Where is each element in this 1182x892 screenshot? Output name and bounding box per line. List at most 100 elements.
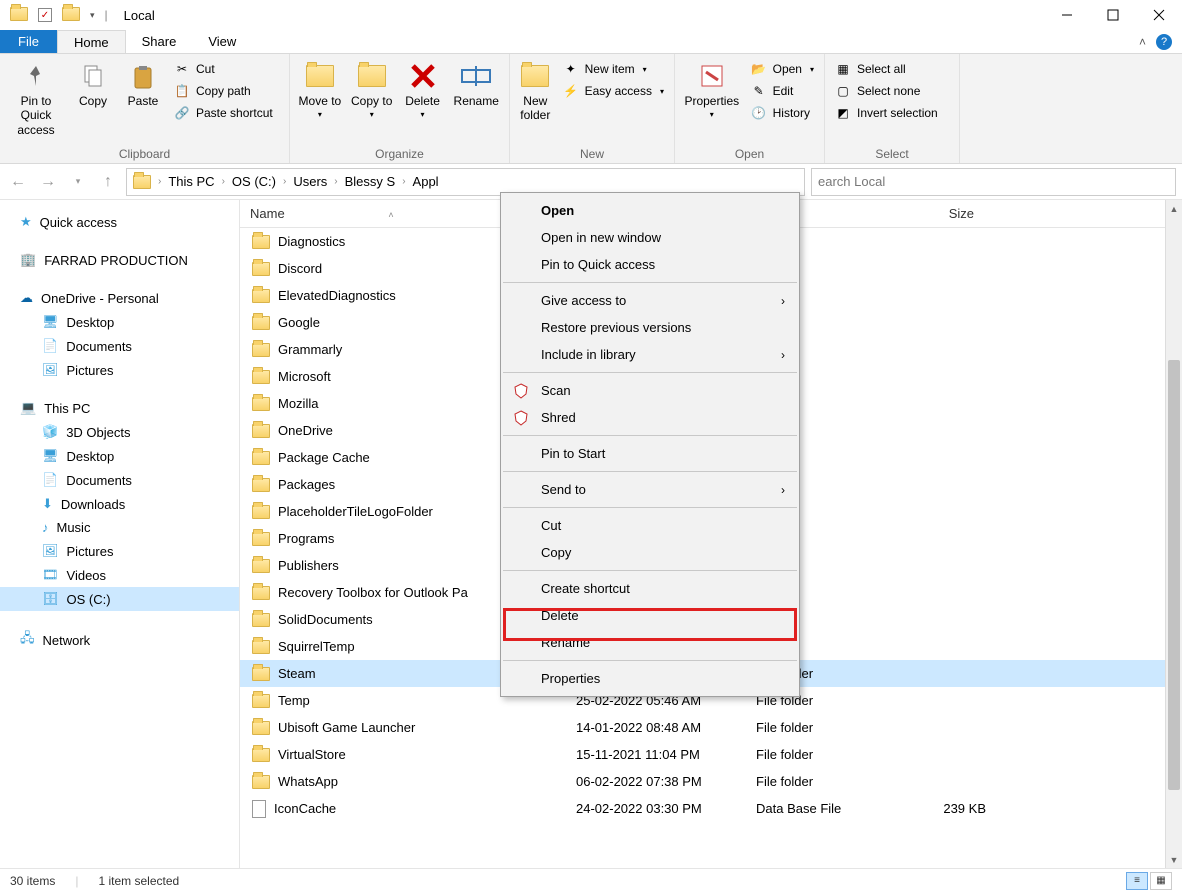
properties-button[interactable]: Properties▾ <box>681 58 743 120</box>
up-button[interactable]: ↑ <box>96 170 120 194</box>
breadcrumb-osc[interactable]: OS (C:) <box>232 174 276 189</box>
clipboard-group-label: Clipboard <box>6 145 283 163</box>
file-name: Publishers <box>278 558 339 573</box>
file-row[interactable]: WhatsApp06-02-2022 07:38 PMFile folder <box>240 768 1182 795</box>
file-row[interactable]: Ubisoft Game Launcher14-01-2022 08:48 AM… <box>240 714 1182 741</box>
help-icon[interactable]: ? <box>1156 34 1172 50</box>
col-size[interactable]: Size <box>894 206 984 221</box>
copy-button[interactable]: Copy <box>70 58 116 108</box>
quick-access-dropdown[interactable]: ▾ <box>90 10 95 21</box>
cm-send-to[interactable]: Send to› <box>501 476 799 503</box>
copy-path-button[interactable]: 📋Copy path <box>170 82 277 100</box>
scroll-down-icon[interactable]: ▼ <box>1166 851 1182 868</box>
select-none-button[interactable]: ▢Select none <box>831 82 942 100</box>
move-to-button[interactable]: Move to▾ <box>296 58 344 120</box>
cm-restore-versions[interactable]: Restore previous versions <box>501 314 799 341</box>
breadcrumb-user[interactable]: Blessy S <box>345 174 396 189</box>
breadcrumb-appdata[interactable]: Appl <box>413 174 439 189</box>
forward-button[interactable]: → <box>36 170 60 194</box>
chevron-right-icon[interactable]: › <box>155 176 164 187</box>
open-button[interactable]: 📂Open▾ <box>747 60 818 78</box>
file-tab[interactable]: File <box>0 30 57 53</box>
close-button[interactable] <box>1136 0 1182 30</box>
cm-pin-start[interactable]: Pin to Start <box>501 440 799 467</box>
nav-videos[interactable]: 🎞Videos <box>0 563 239 587</box>
file-row[interactable]: VirtualStore15-11-2021 11:04 PMFile fold… <box>240 741 1182 768</box>
paste-shortcut-button[interactable]: 🔗Paste shortcut <box>170 104 277 122</box>
cube-icon: 🧊 <box>42 424 58 440</box>
nav-this-pc[interactable]: 💻This PC <box>0 396 239 420</box>
breadcrumb-users[interactable]: Users <box>293 174 327 189</box>
music-icon: ♪ <box>42 520 49 535</box>
cm-shred[interactable]: Shred <box>501 404 799 431</box>
nav-network[interactable]: 🖧Network <box>0 625 239 655</box>
minimize-ribbon-icon[interactable]: ˄ <box>1139 35 1146 49</box>
scroll-up-icon[interactable]: ▲ <box>1166 200 1182 217</box>
nav-downloads[interactable]: ⬇Downloads <box>0 492 239 516</box>
cm-include-library[interactable]: Include in library› <box>501 341 799 368</box>
share-tab[interactable]: Share <box>126 30 193 53</box>
minimize-button[interactable] <box>1044 0 1090 30</box>
new-folder-button[interactable]: New folder <box>516 58 555 123</box>
pin-icon <box>20 60 52 92</box>
thumbnails-view-button[interactable]: ▦ <box>1150 872 1172 890</box>
file-type: File folder <box>756 720 906 735</box>
nav-pictures[interactable]: 🖼Pictures <box>0 358 239 382</box>
home-tab[interactable]: Home <box>57 30 126 53</box>
history-icon: 🕑 <box>751 105 767 121</box>
videos-icon: 🎞 <box>42 567 59 583</box>
recent-dropdown[interactable]: ▾ <box>66 170 90 194</box>
cm-open-new-window[interactable]: Open in new window <box>501 224 799 251</box>
details-view-button[interactable]: ≡ <box>1126 872 1148 890</box>
cm-properties[interactable]: Properties <box>501 665 799 692</box>
nav-3d-objects[interactable]: 🧊3D Objects <box>0 420 239 444</box>
nav-music[interactable]: ♪Music <box>0 516 239 539</box>
nav-farrad[interactable]: 🏢FARRAD PRODUCTION <box>0 248 239 272</box>
select-all-button[interactable]: ▦Select all <box>831 60 942 78</box>
search-input[interactable]: earch Local <box>811 168 1176 196</box>
nav-onedrive[interactable]: ☁OneDrive - Personal <box>0 286 239 310</box>
edit-button[interactable]: ✎Edit <box>747 82 818 100</box>
nav-pictures2[interactable]: 🖼Pictures <box>0 539 239 563</box>
back-button[interactable]: ← <box>6 170 30 194</box>
file-name: VirtualStore <box>278 747 346 762</box>
nav-documents[interactable]: 📄Documents <box>0 334 239 358</box>
cm-copy[interactable]: Copy <box>501 539 799 566</box>
cm-give-access[interactable]: Give access to› <box>501 287 799 314</box>
delete-button[interactable]: Delete▾ <box>400 58 446 120</box>
cm-cut[interactable]: Cut <box>501 512 799 539</box>
easy-access-button[interactable]: ⚡Easy access▾ <box>559 82 668 100</box>
file-row[interactable]: IconCache24-02-2022 03:30 PMData Base Fi… <box>240 795 1182 822</box>
history-button[interactable]: 🕑History <box>747 104 818 122</box>
cut-button[interactable]: ✂Cut <box>170 60 277 78</box>
cm-delete[interactable]: Delete <box>501 602 799 629</box>
view-tab[interactable]: View <box>192 30 252 53</box>
cloud-icon: ☁ <box>20 290 33 306</box>
nav-documents2[interactable]: 📄Documents <box>0 468 239 492</box>
new-item-button[interactable]: ✦New item▾ <box>559 60 668 78</box>
pin-quick-access-button[interactable]: Pin to Quick access <box>6 58 66 137</box>
rename-button[interactable]: Rename <box>449 58 503 108</box>
breadcrumb-this-pc[interactable]: This PC <box>168 174 214 189</box>
nav-desktop[interactable]: 🖥Desktop <box>0 310 239 334</box>
cm-scan[interactable]: Scan <box>501 377 799 404</box>
cm-pin-quick-access[interactable]: Pin to Quick access <box>501 251 799 278</box>
shield-icon <box>513 410 529 426</box>
nav-osc[interactable]: 🗄OS (C:) <box>0 587 239 611</box>
invert-selection-button[interactable]: ◩Invert selection <box>831 104 942 122</box>
maximize-button[interactable] <box>1090 0 1136 30</box>
easy-access-icon: ⚡ <box>563 83 579 99</box>
nav-desktop2[interactable]: 🖥Desktop <box>0 444 239 468</box>
file-icon <box>252 800 266 818</box>
copy-to-button[interactable]: Copy to▾ <box>348 58 396 120</box>
folder-icon <box>252 289 270 303</box>
paste-button[interactable]: Paste <box>120 58 166 108</box>
scrollbar-thumb[interactable] <box>1168 360 1180 790</box>
cm-open[interactable]: Open <box>501 197 799 224</box>
cm-rename[interactable]: Rename <box>501 629 799 656</box>
quick-access-checkbox[interactable]: ✓ <box>38 8 52 22</box>
copy-path-icon: 📋 <box>174 83 190 99</box>
cm-create-shortcut[interactable]: Create shortcut <box>501 575 799 602</box>
vertical-scrollbar[interactable]: ▲ ▼ <box>1165 200 1182 868</box>
nav-quick-access[interactable]: ★Quick access <box>0 210 239 234</box>
